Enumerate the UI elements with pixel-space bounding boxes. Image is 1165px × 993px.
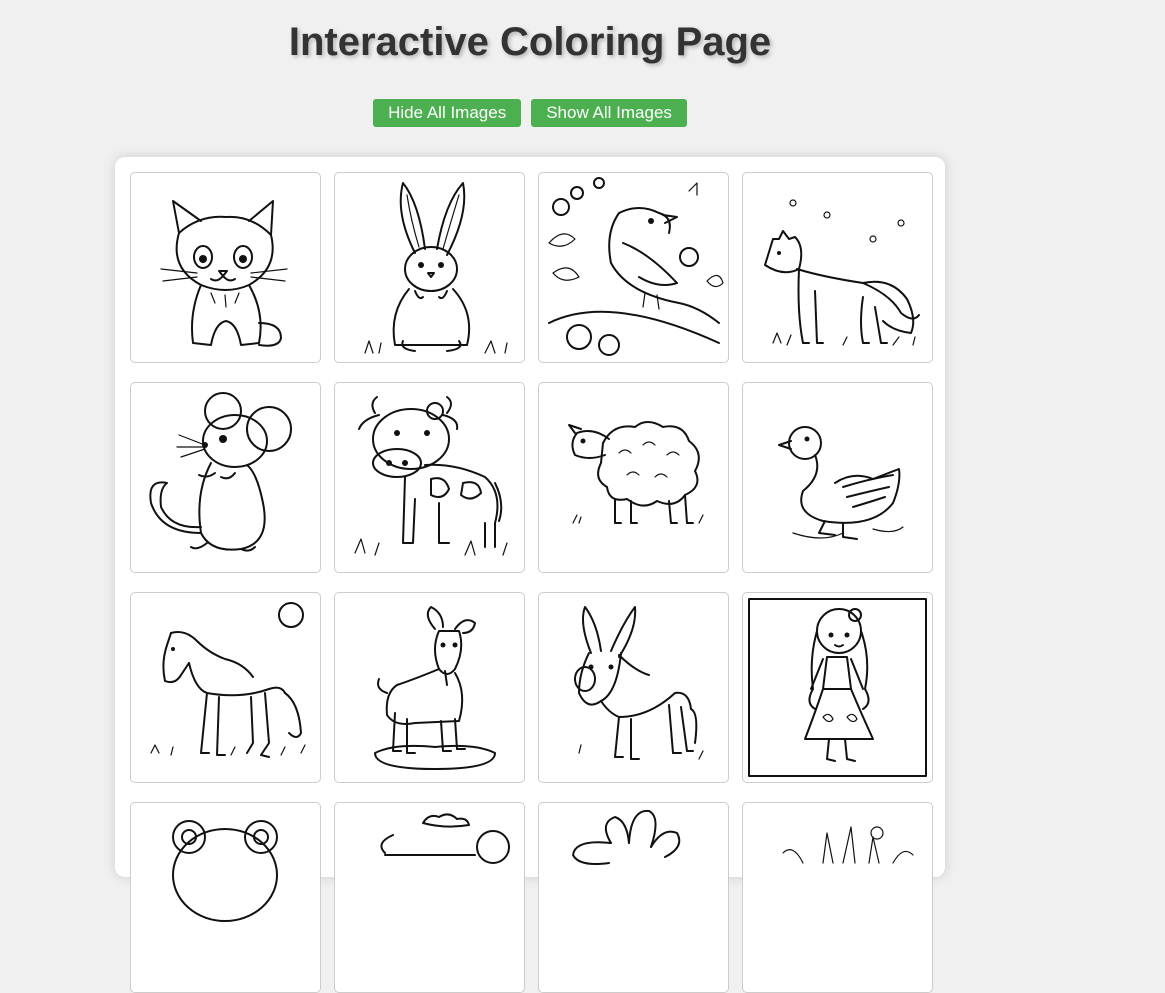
coloring-image-rabbit[interactable] [334, 172, 525, 363]
coloring-image-sheep[interactable] [538, 382, 729, 573]
page-title: Interactive Coloring Page [288, 20, 772, 64]
mouse-illustration [149, 392, 292, 552]
coloring-image-girl[interactable] [742, 592, 933, 783]
sheep-illustration [568, 421, 704, 524]
show-all-images-button[interactable]: Show All Images [531, 99, 687, 127]
landscape-illustration [380, 813, 510, 864]
cat-illustration [160, 200, 288, 347]
controls-bar: Hide All Images Show All Images [0, 99, 1060, 127]
coloring-image-plant[interactable] [742, 802, 933, 993]
coloring-image-cow[interactable] [334, 382, 525, 573]
coloring-image-donkey[interactable] [538, 592, 729, 783]
rabbit-illustration [364, 182, 508, 354]
fox-illustration [764, 199, 920, 346]
image-gallery [115, 157, 945, 993]
cow-illustration [354, 396, 508, 556]
girl-illustration [748, 598, 927, 777]
coloring-image-goat[interactable] [334, 592, 525, 783]
coloring-image-bear[interactable] [130, 802, 321, 993]
horse-illustration [150, 602, 306, 758]
coloring-image-cat[interactable] [130, 172, 321, 363]
image-grid [130, 172, 933, 993]
coloring-image-fox[interactable] [742, 172, 933, 363]
donkey-illustration [574, 606, 704, 760]
coloring-image-duck[interactable] [742, 382, 933, 573]
hide-all-images-button[interactable]: Hide All Images [373, 99, 522, 127]
coloring-image-bird[interactable] [538, 172, 729, 363]
goat-illustration [374, 606, 496, 770]
bear-illustration [172, 820, 278, 922]
duck-illustration [778, 426, 904, 540]
coloring-image-landscape[interactable] [334, 802, 525, 993]
coloring-image-flower[interactable] [538, 802, 729, 993]
coloring-image-mouse[interactable] [130, 382, 321, 573]
flower-illustration [572, 809, 681, 865]
bird-illustration [548, 177, 724, 356]
plant-illustration [782, 826, 914, 864]
coloring-image-horse[interactable] [130, 592, 321, 783]
